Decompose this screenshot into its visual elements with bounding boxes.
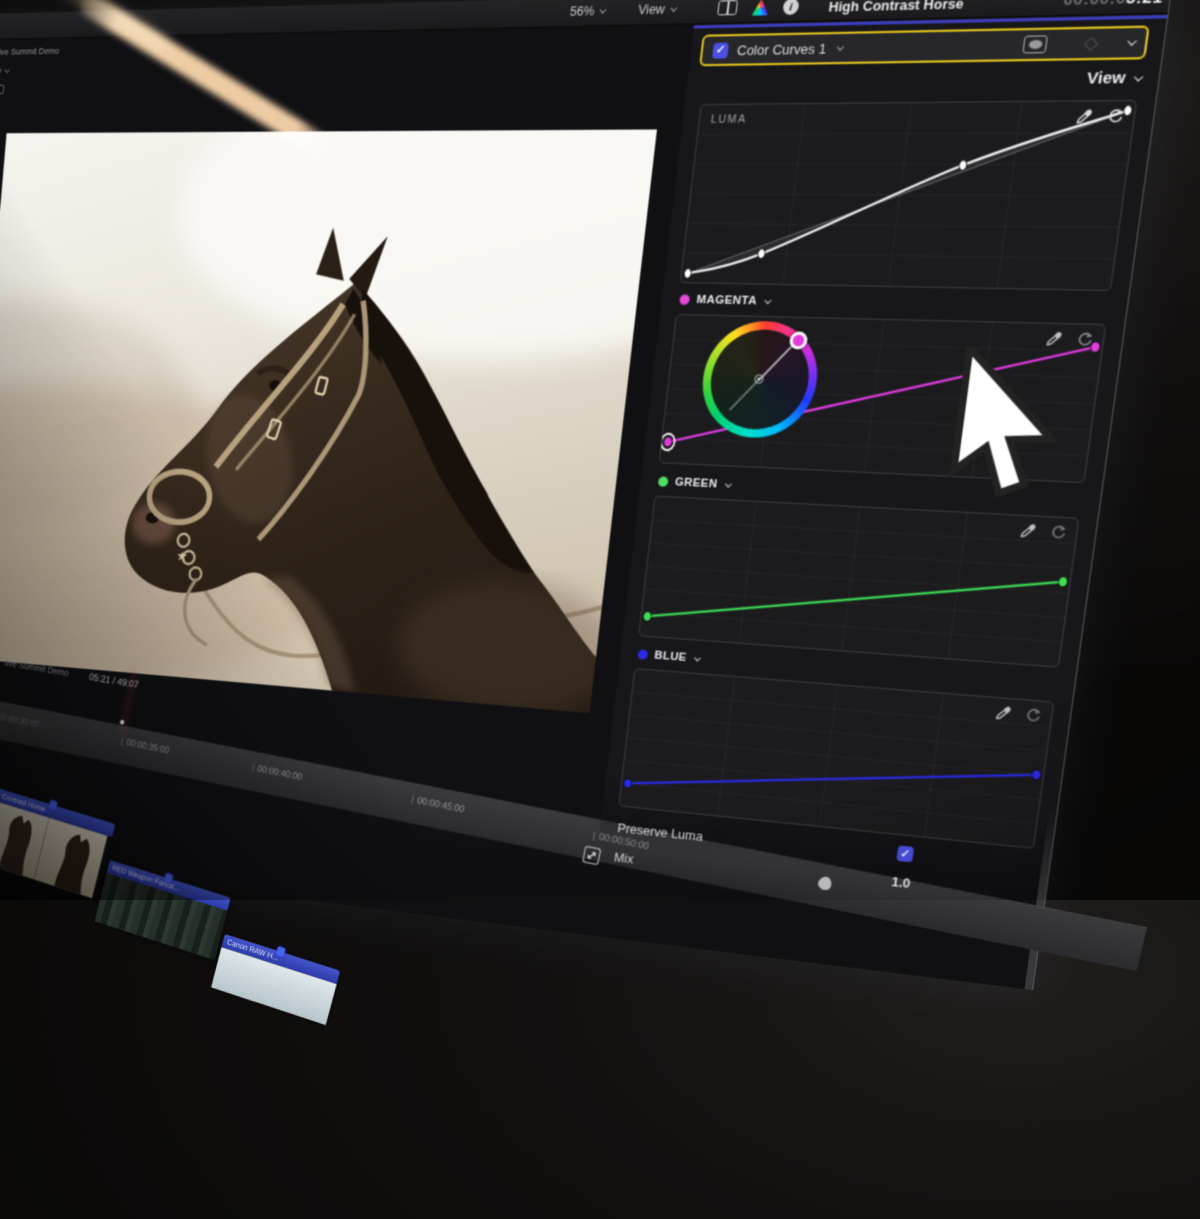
effect-row-color-curves[interactable]: ✓ Color Curves 1	[699, 25, 1150, 66]
eyedropper-icon[interactable]	[1019, 522, 1038, 539]
eyedropper-icon[interactable]	[995, 704, 1013, 721]
viewer-zoom-menu[interactable]: 56%	[569, 4, 605, 19]
browser-view-menu[interactable]: View	[0, 66, 9, 77]
blue-section-header[interactable]: BLUE	[637, 648, 699, 665]
luma-label: LUMA	[710, 113, 747, 126]
green-label: GREEN	[674, 476, 718, 490]
effect-name: Color Curves 1	[736, 40, 827, 58]
clip-canon-raw[interactable]: Canon RAW H...	[211, 934, 340, 1025]
chevron-down-icon[interactable]	[1127, 36, 1137, 46]
chevron-down-icon	[725, 480, 732, 487]
mouse-cursor-icon	[782, 343, 1200, 515]
magenta-label: MAGENTA	[696, 294, 758, 308]
green-dot-icon	[658, 476, 669, 487]
reset-icon[interactable]	[1049, 524, 1068, 541]
reset-icon[interactable]	[1075, 331, 1094, 348]
green-tools	[1019, 522, 1067, 541]
info-inspector-button[interactable]: i	[782, 0, 799, 15]
eyedropper-icon[interactable]	[1075, 108, 1094, 125]
viewer-video-frame	[0, 129, 657, 713]
magenta-curve-panel[interactable]	[658, 314, 1106, 483]
chevron-down-icon	[765, 296, 772, 303]
reset-icon[interactable]	[1105, 108, 1124, 125]
mix-slider-thumb[interactable]	[816, 875, 834, 892]
blue-curve-panel[interactable]	[618, 668, 1054, 849]
luma-tools	[1075, 108, 1125, 125]
luma-curve-panel[interactable]: LUMA	[680, 100, 1138, 291]
reset-icon[interactable]	[1024, 707, 1043, 724]
inspector-panel: ✓ Color Curves 1 View LUMA MAGENTA	[595, 14, 1168, 926]
info-icon: i	[782, 0, 799, 15]
inspector-view-menu[interactable]: View	[1086, 68, 1142, 88]
chevron-down-icon	[5, 66, 11, 73]
chevron-down-icon	[600, 6, 607, 13]
preserve-luma-checkbox[interactable]: ✓	[896, 845, 914, 862]
color-triangle-icon	[751, 0, 769, 16]
timecode-bright: 5:21	[1125, 0, 1164, 8]
viewer-view-label: View	[637, 2, 665, 17]
chevron-down-icon	[836, 43, 843, 51]
preserve-luma-label: Preserve Luma	[617, 820, 704, 844]
blue-label: BLUE	[654, 650, 688, 665]
clip-red-weapon-forest[interactable]: RED Weapon Forest...	[95, 860, 231, 960]
timecode-display: 00:00:05:21	[1062, 0, 1164, 9]
green-section-header[interactable]: GREEN	[658, 475, 731, 491]
viewer-zoom-value: 56%	[569, 4, 595, 19]
color-correction-button[interactable]	[751, 0, 769, 16]
mix-value: 1.0	[891, 874, 912, 891]
monitor-screen: 56% View i High Contrast Horse 00:00:05:…	[0, 0, 1172, 990]
chevron-down-icon	[694, 654, 701, 661]
browser-icon[interactable]	[0, 85, 4, 94]
shape-mask-icon[interactable]	[1022, 35, 1048, 53]
clip-high-contrast-horse[interactable]: h Contrast Horse	[0, 787, 115, 900]
chevron-down-icon	[670, 4, 677, 11]
index-button[interactable]	[717, 0, 738, 15]
browser-view-label: View	[0, 66, 2, 77]
browser-project-label: ative Summit Demo	[0, 46, 60, 58]
clip-title: High Contrast Horse	[828, 0, 965, 15]
inspector-view-label: View	[1086, 69, 1127, 89]
event-browser-clips: h Contrast Horse RED Weapon Forest... Ca…	[0, 787, 447, 1106]
ruler-timecode: |00:00:30:00	[0, 711, 39, 730]
magenta-dot-icon	[679, 294, 690, 305]
eyedropper-icon[interactable]	[1045, 330, 1064, 347]
mix-label: Mix	[613, 850, 634, 867]
chevron-down-icon	[1134, 72, 1144, 82]
green-curve-panel[interactable]	[638, 496, 1079, 668]
viewer-view-menu[interactable]: View	[637, 2, 675, 18]
horse-image	[0, 129, 657, 713]
magenta-tools	[1045, 330, 1094, 348]
ruler-timecode: |00:00:45:00	[410, 794, 465, 815]
timecode-dim: 00:00:0	[1062, 0, 1127, 9]
keyframe-diamond-icon[interactable]	[1084, 36, 1098, 50]
magenta-section-header[interactable]: MAGENTA	[679, 293, 770, 307]
effect-enable-checkbox[interactable]: ✓	[712, 42, 729, 58]
film-strip-icon	[717, 0, 738, 15]
blue-dot-icon	[637, 649, 648, 660]
ruler-timecode: |00:00:40:00	[251, 763, 303, 783]
ruler-timecode: |00:00:35:00	[120, 737, 170, 756]
